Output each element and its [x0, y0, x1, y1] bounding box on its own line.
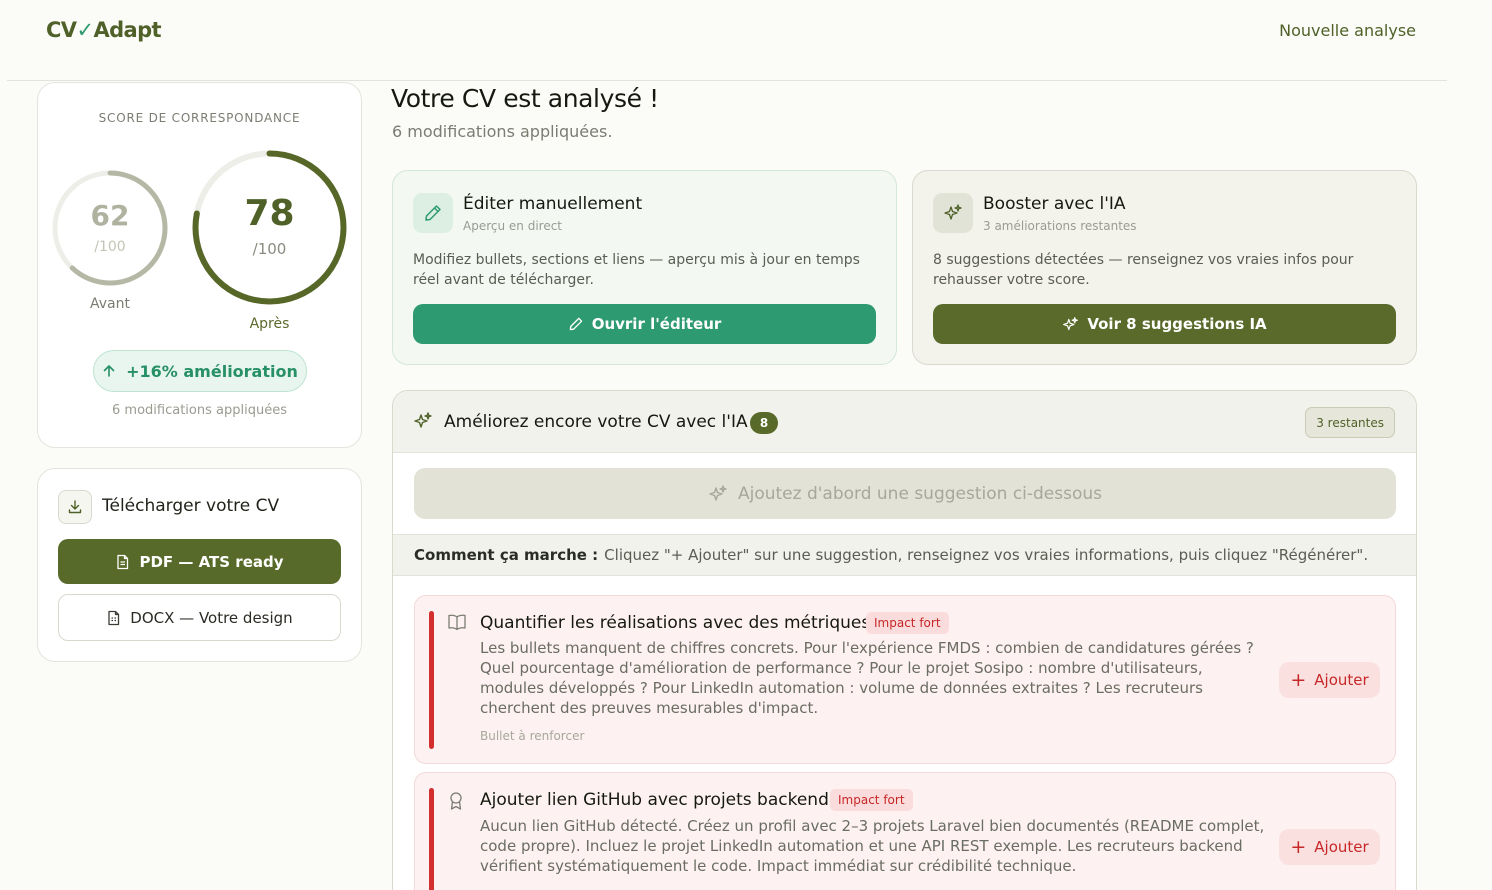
download-docx-button[interactable]: DOCX — Votre design [58, 594, 341, 641]
pencil-icon [569, 317, 582, 331]
plus-icon: + [1290, 668, 1307, 691]
add-suggestion-label: Ajouter [1314, 671, 1369, 689]
how-it-works-bar: Comment ça marche : Cliquez "+ Ajouter" … [393, 534, 1416, 576]
download-icon [58, 490, 92, 524]
score-before-value: 62 [90, 199, 130, 232]
suggestion-title: Ajouter lien GitHub avec projets backend [480, 790, 829, 810]
sparkles-icon [1063, 316, 1079, 330]
impact-tag: Impact fort [830, 789, 913, 811]
regenerate-button[interactable]: Ajoutez d'abord une suggestion ci-dessou… [414, 468, 1396, 519]
manual-edit-card: Éditer manuellement Aperçu en direct Mod… [392, 170, 897, 365]
ai-boost-title: Booster avec l'IA [983, 194, 1126, 214]
suggestion-description: Aucun lien GitHub détecté. Créez un prof… [480, 817, 1265, 875]
pdf-label: PDF — ATS ready [139, 552, 284, 571]
manual-edit-subtitle: Aperçu en direct [463, 219, 563, 233]
score-ring-after: 78 /100 [191, 149, 348, 306]
remaining-badge: 3 restantes [1305, 407, 1395, 438]
score-after-caption: Après [249, 316, 290, 332]
manual-edit-title: Éditer manuellement [463, 194, 643, 214]
book-icon [448, 614, 466, 631]
page-subtitle: 6 modifications appliquées. [392, 122, 613, 141]
ai-improve-panel: Améliorez encore votre CV avec l'IA 8 3 … [392, 390, 1417, 890]
view-ai-suggestions-button[interactable]: Voir 8 suggestions IA [933, 304, 1396, 344]
add-suggestion-button[interactable]: + Ajouter [1279, 662, 1380, 698]
improvement-badge: +16% amélioration [93, 350, 307, 392]
score-after-max: /100 [252, 240, 287, 258]
ai-boost-subtitle: 3 améliorations restantes [983, 219, 1137, 233]
download-title: Télécharger votre CV [102, 496, 280, 516]
score-before-caption: Avant [90, 296, 130, 312]
suggestion-title: Quantifier les réalisations avec des mét… [480, 613, 871, 633]
improvement-text: +16% amélioration [126, 361, 298, 381]
file-text-icon [117, 554, 129, 569]
sparkles-icon [414, 412, 432, 428]
app-header: CV✓Adapt Nouvelle analyse [0, 0, 1492, 82]
score-card: SCORE DE CORRESPONDANCE 62 /100 Avant 78… [37, 82, 362, 448]
download-card: Télécharger votre CV PDF — ATS ready DOC… [37, 468, 362, 662]
sparkles-icon [933, 193, 973, 233]
suggestion-card: Quantifier les réalisations avec des mét… [414, 595, 1396, 764]
how-it-works-text: Cliquez "+ Ajouter" sur une suggestion, … [604, 546, 1369, 564]
page-title: Votre CV est analysé ! [391, 84, 659, 113]
score-before-max: /100 [94, 239, 126, 255]
suggestion-description: Les bullets manquent de chiffres concret… [480, 639, 1254, 717]
header-divider [7, 80, 1447, 81]
ai-boost-card: Booster avec l'IA 3 améliorations restan… [912, 170, 1417, 365]
suggestion-meta: Bullet à renforcer [480, 729, 585, 743]
score-ring-before: 62 /100 [51, 169, 169, 287]
arrow-up-icon [103, 365, 115, 377]
impact-indicator [429, 611, 434, 749]
new-analysis-link[interactable]: Nouvelle analyse [1279, 21, 1416, 40]
file-doc-icon [108, 610, 120, 625]
how-it-works-label: Comment ça marche : [414, 546, 599, 564]
view-ai-suggestions-label: Voir 8 suggestions IA [1087, 315, 1267, 333]
score-label: SCORE DE CORRESPONDANCE [98, 111, 301, 125]
suggestion-card: Ajouter lien GitHub avec projets backend… [414, 772, 1396, 890]
open-editor-button[interactable]: Ouvrir l'éditeur [413, 304, 876, 344]
pencil-icon [413, 193, 453, 233]
manual-edit-description: Modifiez bullets, sections et liens — ap… [413, 252, 860, 288]
add-suggestion-label: Ajouter [1314, 838, 1369, 856]
impact-tag: Impact fort [866, 612, 949, 634]
impact-indicator [429, 788, 434, 890]
plus-icon: + [1290, 835, 1307, 858]
download-pdf-button[interactable]: PDF — ATS ready [58, 539, 341, 584]
logo[interactable]: CV✓Adapt [46, 18, 162, 42]
ai-boost-description: 8 suggestions détectées — renseignez vos… [933, 252, 1354, 288]
open-editor-label: Ouvrir l'éditeur [591, 315, 722, 333]
docx-label: DOCX — Votre design [130, 608, 293, 627]
ai-improve-header: Améliorez encore votre CV avec l'IA 8 3 … [393, 391, 1416, 453]
award-icon [450, 792, 462, 810]
add-suggestion-button[interactable]: + Ajouter [1279, 829, 1380, 865]
score-after-value: 78 [244, 193, 295, 234]
ai-improve-title: Améliorez encore votre CV avec l'IA [444, 412, 748, 432]
regenerate-label: Ajoutez d'abord une suggestion ci-dessou… [737, 483, 1103, 504]
sparkles-icon [709, 484, 727, 501]
suggestion-count-badge: 8 [750, 412, 778, 434]
modifications-count: 6 modifications appliquées [112, 403, 287, 418]
